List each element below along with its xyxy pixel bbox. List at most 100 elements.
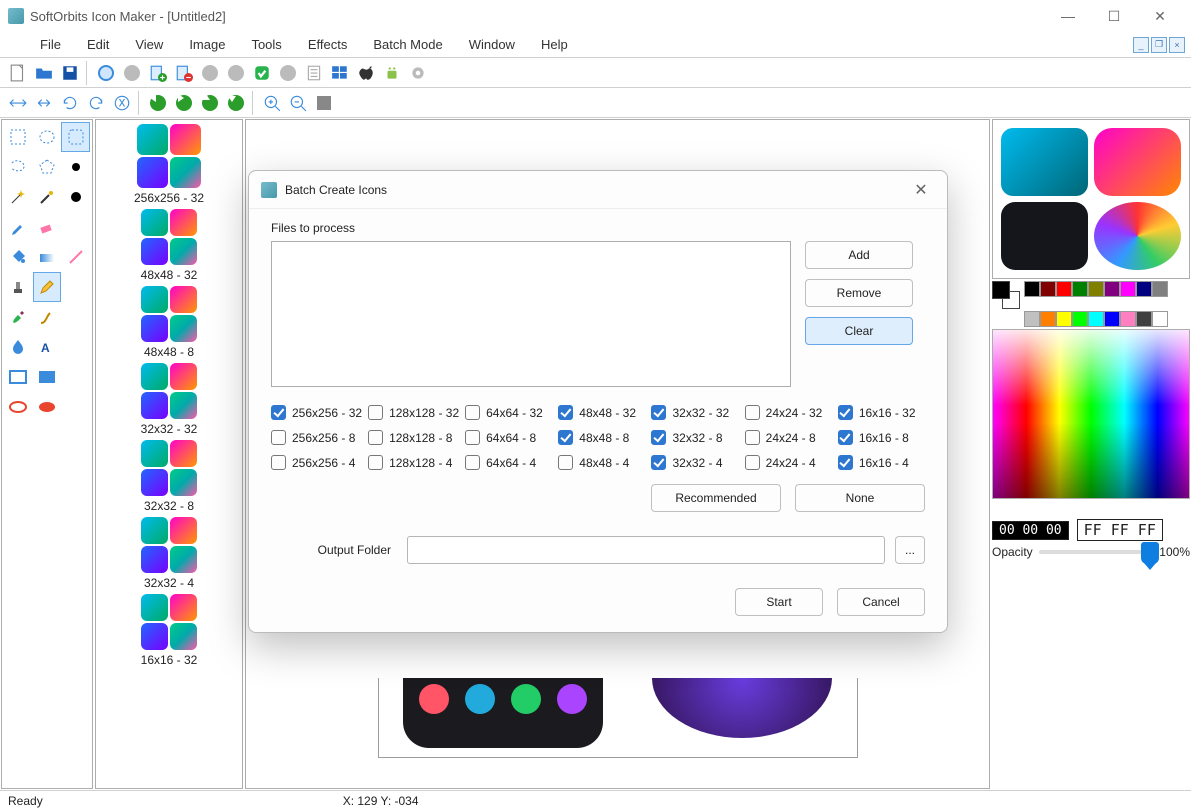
android-icon[interactable] (380, 61, 404, 85)
rect-select-icon[interactable] (4, 122, 33, 152)
swatch[interactable] (1152, 281, 1168, 297)
menu-help[interactable]: Help (529, 33, 580, 56)
thumb-item[interactable]: 48x48 - 8 (141, 286, 197, 359)
line-icon[interactable] (61, 242, 90, 272)
swatch[interactable] (1136, 311, 1152, 327)
mdi-minimize-icon[interactable]: _ (1133, 37, 1149, 53)
play-up-icon[interactable] (198, 91, 222, 115)
menu-view[interactable]: View (123, 33, 175, 56)
swatch[interactable] (1040, 311, 1056, 327)
bucket-icon[interactable] (4, 242, 33, 272)
flip-h-icon[interactable] (32, 91, 56, 115)
text-icon[interactable]: A (33, 332, 62, 362)
new-icon[interactable] (6, 61, 30, 85)
swatch[interactable] (1136, 281, 1152, 297)
thumb-item[interactable]: 16x16 - 32 (141, 594, 198, 667)
size-list[interactable]: 256x256 - 3248x48 - 3248x48 - 832x32 - 3… (95, 119, 243, 789)
artwork-preview (378, 678, 858, 758)
zoom-in-icon[interactable] (260, 91, 284, 115)
brush-size-icon[interactable] (61, 152, 90, 182)
calligraphy-icon[interactable] (33, 302, 62, 332)
swatch[interactable] (1072, 311, 1088, 327)
blur-icon[interactable] (4, 332, 33, 362)
round-select-icon[interactable] (61, 122, 90, 152)
swatch[interactable] (1104, 311, 1120, 327)
minimize-button[interactable]: — (1045, 0, 1091, 32)
gear-icon[interactable] (406, 61, 430, 85)
redo-icon[interactable] (120, 61, 144, 85)
menu-effects[interactable]: Effects (296, 33, 360, 56)
maximize-button[interactable]: ☐ (1091, 0, 1137, 32)
thumb-item[interactable]: 48x48 - 32 (141, 209, 198, 282)
rect-icon[interactable] (4, 362, 33, 392)
pencil-icon[interactable] (33, 272, 62, 302)
swatch[interactable] (1040, 281, 1056, 297)
script-icon[interactable] (302, 61, 326, 85)
canvas[interactable] (245, 119, 990, 789)
ellipse-icon[interactable] (4, 392, 33, 422)
paintbrush-icon[interactable] (4, 302, 33, 332)
eraser-icon[interactable] (33, 212, 62, 242)
menu-window[interactable]: Window (457, 33, 527, 56)
menu-tools[interactable]: Tools (239, 33, 293, 56)
brush-size2-icon[interactable] (61, 182, 90, 212)
swatch[interactable] (1056, 311, 1072, 327)
bg-hex[interactable]: FF FF FF (1077, 519, 1163, 541)
apple-icon[interactable] (354, 61, 378, 85)
menu-edit[interactable]: Edit (75, 33, 121, 56)
circle-icon[interactable] (276, 61, 300, 85)
close-button[interactable]: ✕ (1137, 0, 1183, 32)
mdi-restore-icon[interactable]: ❐ (1151, 37, 1167, 53)
menu-file[interactable]: File (28, 33, 73, 56)
play-left-icon[interactable] (146, 91, 170, 115)
menu-batch[interactable]: Batch Mode (361, 33, 454, 56)
play-down-icon[interactable] (224, 91, 248, 115)
swatch[interactable] (1120, 311, 1136, 327)
fg-hex[interactable]: 00 00 00 (992, 521, 1069, 540)
zoom-out-icon[interactable] (286, 91, 310, 115)
stamp-icon[interactable] (4, 272, 33, 302)
ellipse-fill-icon[interactable] (33, 392, 62, 422)
stop-icon[interactable] (312, 91, 336, 115)
swatch[interactable] (1072, 281, 1088, 297)
swatch[interactable] (1104, 281, 1120, 297)
rotate-cw-icon[interactable] (84, 91, 108, 115)
swatch[interactable] (1056, 281, 1072, 297)
thumb-item[interactable]: 32x32 - 8 (141, 440, 197, 513)
lasso-icon[interactable] (4, 152, 33, 182)
thumb-item[interactable]: 256x256 - 32 (134, 124, 204, 205)
effect-a-icon[interactable] (224, 61, 248, 85)
mdi-close-icon[interactable]: × (1169, 37, 1185, 53)
grayscale-icon[interactable] (198, 61, 222, 85)
swatch[interactable] (1152, 311, 1168, 327)
shift-x-icon[interactable]: x (110, 91, 134, 115)
swatch[interactable] (1024, 281, 1040, 297)
picker-icon[interactable] (4, 212, 33, 242)
shield-icon[interactable] (250, 61, 274, 85)
play-right-icon[interactable] (172, 91, 196, 115)
menu-image[interactable]: Image (177, 33, 237, 56)
save-icon[interactable] (58, 61, 82, 85)
swatch[interactable] (1088, 311, 1104, 327)
swatch[interactable] (1120, 281, 1136, 297)
windows-icon[interactable] (328, 61, 352, 85)
rect-fill-icon[interactable] (33, 362, 62, 392)
wand-icon[interactable] (4, 182, 33, 212)
ellipse-select-icon[interactable] (33, 122, 62, 152)
fg-bg-swatch[interactable] (992, 281, 1020, 309)
undo-icon[interactable] (94, 61, 118, 85)
swatch[interactable] (1088, 281, 1104, 297)
gradient-icon[interactable] (33, 242, 62, 272)
rotate-ccw-icon[interactable] (58, 91, 82, 115)
swatch[interactable] (1024, 311, 1040, 327)
opacity-slider[interactable] (1039, 550, 1154, 554)
poly-icon[interactable] (33, 152, 62, 182)
open-icon[interactable] (32, 61, 56, 85)
resize-icon[interactable] (6, 91, 30, 115)
magic-brush-icon[interactable] (33, 182, 62, 212)
add-format-icon[interactable] (146, 61, 170, 85)
color-picker-gradient[interactable] (992, 329, 1190, 499)
remove-format-icon[interactable] (172, 61, 196, 85)
thumb-item[interactable]: 32x32 - 4 (141, 517, 197, 590)
thumb-item[interactable]: 32x32 - 32 (141, 363, 198, 436)
